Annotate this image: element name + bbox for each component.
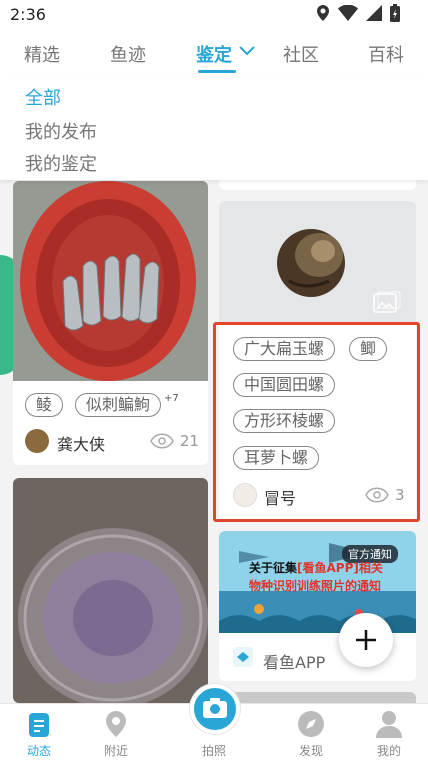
author-name[interactable]: 看鱼APP	[263, 649, 325, 673]
filter-all[interactable]: 全部	[25, 84, 61, 110]
species-tag: 似刺鳊鮈	[75, 393, 162, 417]
add-post-button[interactable]	[339, 613, 393, 667]
view-count: 21	[180, 432, 200, 450]
status-bar: 2:36	[0, 0, 428, 30]
app-logo-icon	[237, 652, 249, 662]
active-tab-indicator	[198, 70, 236, 73]
avatar[interactable]	[25, 429, 49, 453]
nav-camera-label: 拍照	[201, 744, 226, 758]
nav-nearby-label: 附近	[103, 744, 128, 758]
author-name[interactable]: 龚大侠	[57, 431, 105, 455]
feed-card-fish-basket[interactable]: 鲮 似刺鳊鮈 +7 龚大侠 21	[13, 181, 208, 465]
identify-filter-menu: 全部 我的发布 我的鉴定	[0, 76, 428, 180]
species-tag: 鲮	[25, 393, 64, 417]
nav-profile-label: 我的	[376, 744, 401, 758]
camera-icon	[203, 698, 227, 718]
nav-nearby[interactable]: 附近	[86, 704, 146, 761]
battery-icon	[390, 4, 400, 22]
image-icon	[373, 291, 401, 313]
location-pin-icon	[106, 711, 126, 737]
chevron-down-icon[interactable]	[238, 45, 256, 57]
tab-encyclopedia[interactable]: 百科	[368, 41, 404, 67]
notice-headline-highlight: [看鱼APP]相关	[297, 561, 383, 575]
notice-headline-prefix: 关于征集	[249, 561, 298, 575]
nav-discover[interactable]: 发现	[281, 704, 341, 761]
app-screen: 2:36 精选 鱼迹 鉴定 社区 百科 全部 我的发布 我的鉴定 鲮 似刺鳊鮈 …	[0, 0, 428, 761]
camera-button[interactable]	[190, 684, 240, 734]
nav-profile[interactable]: 我的	[359, 704, 419, 761]
feed-icon	[29, 713, 49, 737]
tab-fish-tracks[interactable]: 鱼迹	[110, 41, 146, 67]
wifi-icon	[338, 5, 358, 21]
status-time: 2:36	[10, 5, 46, 24]
nav-feed[interactable]: 动态	[9, 704, 69, 761]
nav-feed-label: 动态	[26, 744, 51, 758]
top-tab-bar: 精选 鱼迹 鉴定 社区 百科	[0, 30, 428, 76]
tab-community[interactable]: 社区	[283, 41, 319, 67]
feed-card-jellyfish[interactable]	[13, 478, 208, 703]
compass-icon	[298, 711, 324, 737]
filter-my-identifications[interactable]: 我的鉴定	[25, 150, 97, 176]
tab-identify[interactable]: 鉴定	[196, 41, 232, 67]
post-photo	[13, 181, 208, 381]
more-tags-count: +7	[164, 393, 179, 404]
filter-my-posts[interactable]: 我的发布	[25, 118, 97, 144]
avatar[interactable]	[233, 647, 253, 667]
plus-icon	[356, 630, 376, 650]
post-photo	[13, 478, 208, 703]
user-icon	[376, 711, 402, 738]
eye-icon	[150, 433, 174, 449]
highlight-box	[213, 322, 420, 522]
status-icons	[316, 4, 400, 22]
nav-discover-label: 发现	[298, 744, 323, 758]
notice-headline-line2: 物种识别训练照片的通知	[249, 579, 382, 593]
notice-headline: 关于征集[看鱼APP]相关 物种识别训练照片的通知	[249, 559, 383, 595]
tab-featured[interactable]: 精选	[24, 41, 60, 67]
location-icon	[317, 5, 329, 21]
signal-icon	[366, 5, 382, 21]
